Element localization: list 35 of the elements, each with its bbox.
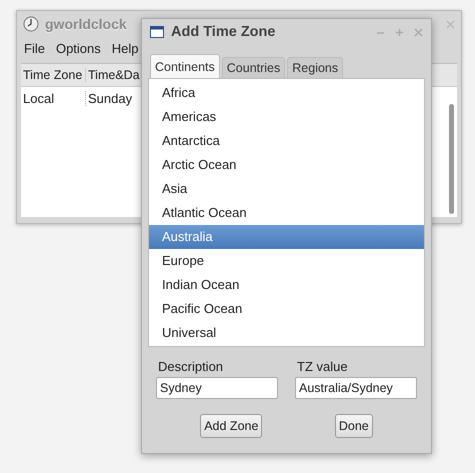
maximize-icon[interactable]: [395, 28, 404, 36]
clock-icon: [23, 16, 39, 32]
table-cell-text: Sunday: [87, 90, 134, 106]
dialog-title: Add Time Zone: [171, 24, 276, 40]
field-label: TZ value: [296, 359, 349, 374]
list-item[interactable]: Pacific Ocean: [149, 297, 424, 321]
tab[interactable]: Countries: [222, 57, 286, 78]
column-header[interactable]: Time&Da: [86, 68, 142, 82]
close-icon[interactable]: [446, 20, 455, 28]
field-label: Description: [157, 359, 224, 374]
list-item[interactable]: Antarctica: [149, 129, 424, 153]
close-icon[interactable]: [414, 28, 423, 36]
list-item[interactable]: Australia: [149, 225, 424, 249]
list-item[interactable]: Africa: [149, 81, 424, 105]
tab[interactable]: Regions: [287, 57, 344, 78]
menu-item[interactable]: File: [24, 41, 45, 57]
list-item[interactable]: Asia: [149, 177, 424, 201]
dialog-button[interactable]: Done: [334, 414, 373, 438]
window-icon: [150, 26, 164, 38]
list-item[interactable]: Americas: [149, 105, 424, 129]
list-item[interactable]: Atlantic Ocean: [149, 201, 424, 225]
dialog-button[interactable]: Add Zone: [200, 414, 262, 438]
input-field[interactable]: Australia/Sydney: [295, 377, 417, 399]
menu-item[interactable]: Help: [112, 41, 139, 57]
menu-item[interactable]: Options: [56, 41, 101, 57]
input-field[interactable]: Sydney: [156, 377, 278, 399]
scrollbar[interactable]: [449, 104, 454, 214]
list-item[interactable]: Indian Ocean: [149, 273, 424, 297]
table-cell: Local: [21, 90, 86, 106]
tab[interactable]: Continents: [150, 54, 220, 78]
list-item[interactable]: Arctic Ocean: [149, 153, 424, 177]
column-header[interactable]: Time Zone: [21, 68, 86, 82]
list-item[interactable]: Europe: [149, 249, 424, 273]
list-item[interactable]: Universal: [149, 321, 424, 345]
window-title: gworldclock: [45, 16, 127, 32]
